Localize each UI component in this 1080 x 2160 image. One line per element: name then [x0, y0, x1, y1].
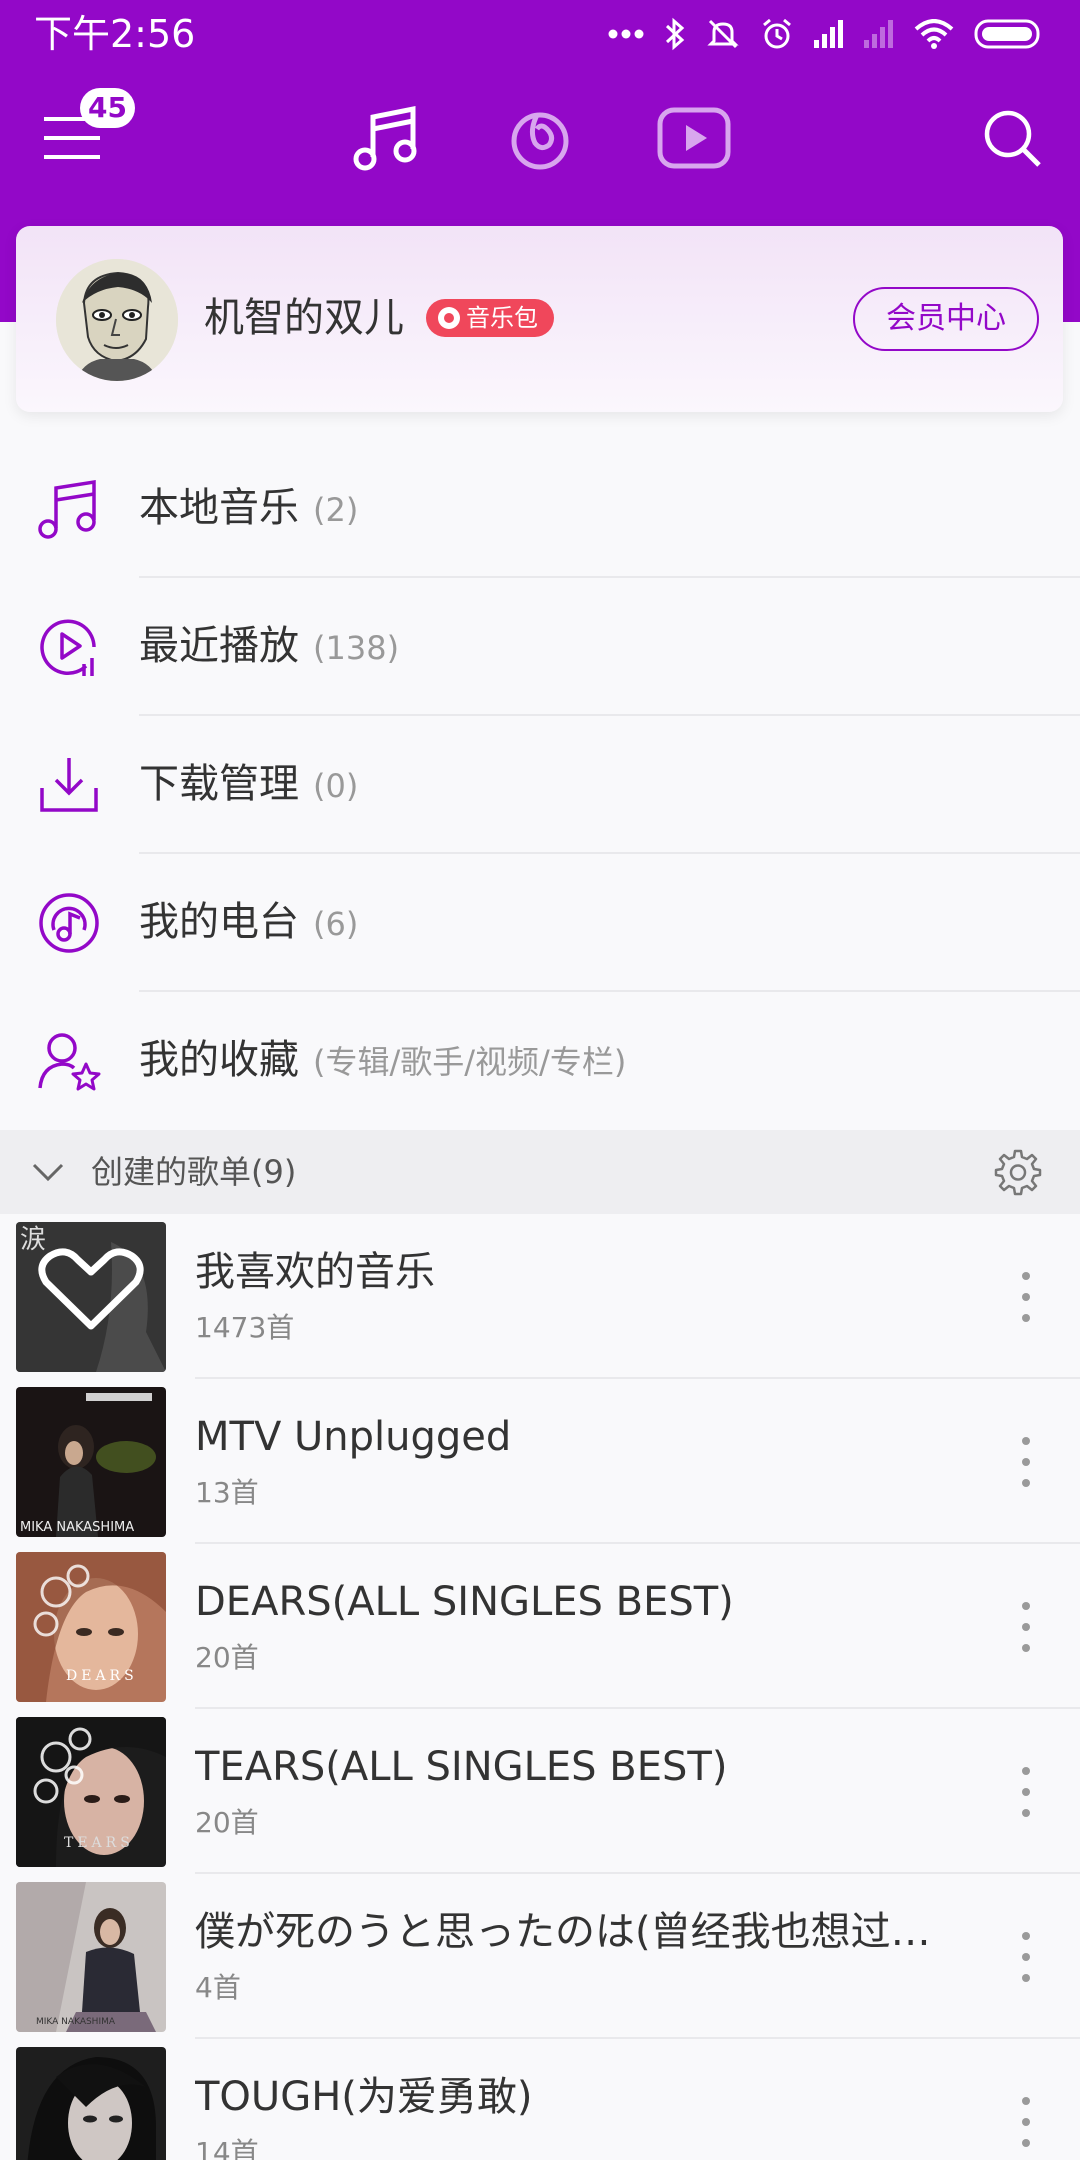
signal-empty-icon: [864, 20, 893, 48]
menu-item-local-music[interactable]: 本地音乐 (2): [0, 440, 1080, 578]
more-options-icon[interactable]: [1016, 2097, 1036, 2147]
playlist-count: 20首: [195, 1641, 259, 1674]
playlist-count: 14首: [195, 2136, 259, 2160]
playlist-title: TOUGH(为爱勇敢): [195, 2074, 533, 2120]
menu-item-my-radio[interactable]: 我的电台 (6): [0, 854, 1080, 992]
menu-item-label: 最近播放 (138): [139, 623, 400, 669]
svg-text:TEARS: TEARS: [64, 1835, 134, 1851]
svg-text:涙: 涙: [20, 1225, 46, 1255]
playlist-count: 13首: [195, 1476, 259, 1509]
playlist-cover: 涙: [16, 1222, 166, 1372]
playlist-cover: TEARS: [16, 1717, 166, 1867]
search-icon[interactable]: [972, 98, 1052, 178]
menu-item-count: (138): [313, 629, 400, 667]
more-dots-icon: [608, 29, 644, 39]
playlist-item[interactable]: MIKA NAKASHIMA MTV Unplugged 13首: [0, 1379, 1080, 1544]
playlist-count: 4首: [195, 1971, 241, 2004]
music-package-icon: [438, 307, 460, 329]
menu-item-label: 我的收藏 (专辑/歌手/视频/专栏): [139, 1037, 627, 1083]
more-options-icon[interactable]: [1016, 1272, 1036, 1322]
menu-item-count: (2): [313, 491, 359, 529]
menu-item-count: (6): [313, 905, 359, 943]
playlist-item[interactable]: MIKA NAKASHIMA 僕が死のうと思ったのは(曾经我也想过一了百了) 4…: [0, 1874, 1080, 2039]
playlist-count: 20首: [195, 1806, 259, 1839]
more-options-icon[interactable]: [1016, 1602, 1036, 1652]
vip-badge[interactable]: 音乐包: [426, 299, 554, 337]
svg-text:MIKA NAKASHIMA: MIKA NAKASHIMA: [36, 2017, 116, 2027]
playlist-title: DEARS(ALL SINGLES BEST): [195, 1579, 734, 1625]
playlist-title: 我喜欢的音乐: [195, 1249, 435, 1295]
menu-item-label: 下载管理 (0): [139, 761, 359, 807]
playlist-cover: [16, 2047, 166, 2160]
playlist-title: MTV Unplugged: [195, 1414, 512, 1460]
playlist-title: 僕が死のうと思ったのは(曾经我也想过一了百了): [195, 1909, 935, 1955]
favorite-user-icon: [38, 1033, 101, 1091]
status-icons: [608, 12, 1044, 56]
playlist-item[interactable]: DEARS DEARS(ALL SINGLES BEST) 20首: [0, 1544, 1080, 1709]
wifi-icon: [914, 19, 954, 49]
status-bar: 下午2:56: [0, 0, 1080, 68]
created-playlists-header[interactable]: 创建的歌单(9): [0, 1130, 1080, 1214]
notification-badge: 45: [80, 88, 135, 128]
member-center-button[interactable]: 会员中心: [853, 287, 1039, 351]
svg-text:DEARS: DEARS: [66, 1668, 138, 1684]
menu-item-count: (专辑/歌手/视频/专栏): [313, 1043, 627, 1081]
battery-icon: [974, 19, 1040, 49]
username[interactable]: 机智的双儿: [204, 290, 404, 346]
more-options-icon[interactable]: [1016, 1437, 1036, 1487]
music-note-icon: [38, 479, 96, 539]
download-icon: [40, 758, 98, 812]
music-note-icon[interactable]: [346, 98, 426, 178]
chevron-down-icon[interactable]: [30, 1154, 66, 1190]
playlist-title: TEARS(ALL SINGLES BEST): [195, 1744, 728, 1790]
mute-bell-icon: [707, 19, 739, 49]
netease-cloud-icon[interactable]: [500, 98, 580, 178]
menu-item-label: 我的电台 (6): [139, 899, 359, 945]
radio-icon: [39, 893, 99, 953]
vip-badge-label: 音乐包: [466, 304, 538, 332]
more-options-icon[interactable]: [1016, 1767, 1036, 1817]
top-nav: [0, 68, 1080, 208]
playlist-count: 1473首: [195, 1311, 295, 1344]
avatar[interactable]: [56, 259, 178, 381]
signal-icon: [814, 20, 843, 48]
status-time: 下午2:56: [34, 12, 196, 56]
recent-play-icon: [40, 619, 96, 676]
playlist-cover: MIKA NAKASHIMA: [16, 1387, 166, 1537]
bluetooth-icon: [665, 17, 685, 51]
playlist-item[interactable]: TOUGH(为爱勇敢) 14首: [0, 2039, 1080, 2160]
svg-text:MIKA NAKASHIMA: MIKA NAKASHIMA: [20, 1520, 134, 1535]
menu-item-download[interactable]: 下载管理 (0): [0, 716, 1080, 854]
menu-item-label: 本地音乐 (2): [139, 485, 359, 531]
playlist-cover: DEARS: [16, 1552, 166, 1702]
section-title: 创建的歌单(9): [91, 1153, 297, 1191]
alarm-icon: [763, 18, 791, 49]
menu-item-recent-play[interactable]: 最近播放 (138): [0, 578, 1080, 716]
menu-item-count: (0): [313, 767, 359, 805]
video-play-icon[interactable]: [654, 98, 734, 178]
menu-item-favorites[interactable]: 我的收藏 (专辑/歌手/视频/专栏): [0, 992, 1080, 1130]
playlist-item[interactable]: TEARS TEARS(ALL SINGLES BEST) 20首: [0, 1709, 1080, 1874]
playlist-cover: MIKA NAKASHIMA: [16, 1882, 166, 2032]
profile-card[interactable]: 机智的双儿 音乐包 会员中心: [16, 226, 1063, 412]
gear-icon[interactable]: [994, 1148, 1042, 1196]
playlist-item-liked[interactable]: 涙 我喜欢的音乐 1473首: [0, 1214, 1080, 1379]
more-options-icon[interactable]: [1016, 1932, 1036, 1982]
